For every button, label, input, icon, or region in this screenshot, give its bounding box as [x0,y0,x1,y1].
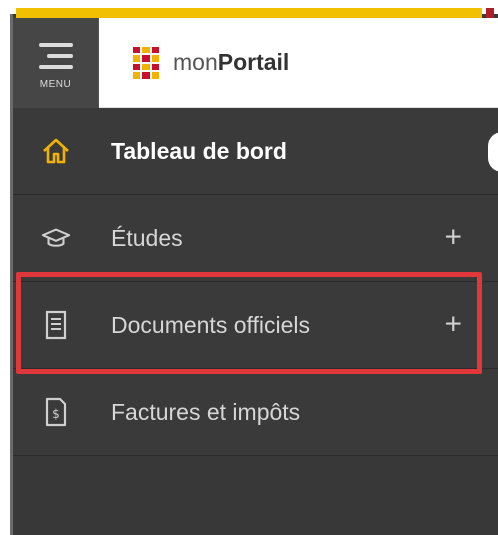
expand-plus-icon[interactable]: + [444,220,462,254]
accent-bar [16,8,482,18]
expand-plus-icon[interactable]: + [444,307,462,341]
university-logo-icon [133,46,159,79]
sidebar-item-label: Factures et impôts [111,398,301,425]
brand-name: monPortail [173,49,290,75]
svg-text:$: $ [52,407,60,421]
sidebar-item-label: Documents officiels [111,311,310,338]
graduation-cap-icon [41,223,71,253]
header: MENU monPortail [13,18,498,108]
menu-label: MENU [39,78,72,90]
sidebar-item-factures-et-impots[interactable]: $ Factures et impôts [13,369,498,456]
sidebar-item-etudes[interactable]: Études + [13,195,498,282]
home-icon [41,136,71,166]
sidebar-item-tableau-de-bord[interactable]: Tableau de bord [13,108,498,195]
sidebar-nav: Tableau de bord Études + Documents offic… [13,108,498,456]
menu-button[interactable]: MENU [13,18,99,108]
sidebar-empty-area [13,456,498,535]
active-indicator [488,132,498,172]
accent-corner [486,8,494,18]
sidebar-item-label: Études [111,224,183,251]
invoice-icon: $ [41,397,71,427]
sidebar-item-label: Tableau de bord [111,137,287,164]
brand-link[interactable]: monPortail [99,18,498,108]
sidebar-item-documents-officiels[interactable]: Documents officiels + [13,282,498,369]
document-icon [41,310,71,340]
hamburger-icon [38,42,73,69]
